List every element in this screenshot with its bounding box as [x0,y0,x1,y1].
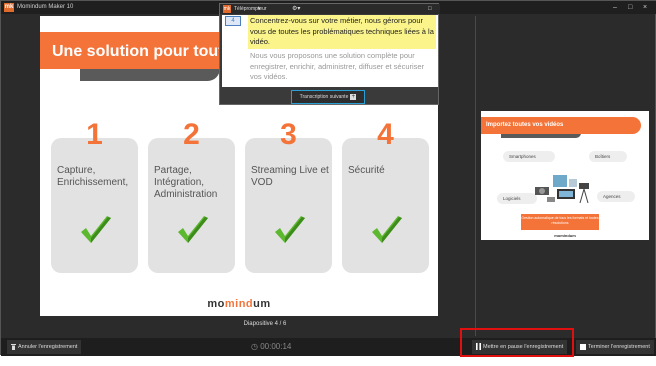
app-logo-icon: mk [4,3,14,12]
slide-logo: momindum [40,298,438,310]
gear-icon[interactable]: ⚙▾ [292,5,300,13]
teleprompter-logo-icon: mk [223,5,231,13]
feature-card-3: Streaming Live et VOD [245,138,332,273]
trash-icon [11,343,16,350]
app-screen: mk Momindum Maker 10 – □ × Une solution … [0,0,656,366]
feature-number: 3 [280,118,297,151]
teleprompter-script[interactable]: 4 Concentrez-vous sur votre métier, nous… [222,15,438,87]
preview-logo: momindum [554,233,576,238]
feature-card-2: Partage, Intégration, Administration [148,138,235,273]
preview-pill: Boîtiers [589,151,627,162]
window-title: Momindum Maker 10 [17,4,74,10]
preview-pill: Logiciels [497,193,537,204]
current-script-text: Concentrez-vous sur votre métier, nous g… [250,16,434,46]
plus-icon: + [350,93,357,100]
close-button[interactable]: × [643,3,647,12]
feature-number: 2 [183,118,200,151]
cancel-recording-button[interactable]: Annuler l'enregistrement [7,340,82,354]
checkmark-icon [81,216,111,243]
maximize-button[interactable]: □ [628,3,632,12]
checkmark-icon [372,216,402,243]
slide-logo-part: um [253,298,271,310]
feature-number: 1 [86,118,103,151]
recording-timer: ◷ 00:00:14 [251,340,291,354]
slide-title: Une solution pour toute [52,43,233,60]
feature-card-text: Streaming Live et VOD [251,165,329,188]
chevron-down-icon[interactable]: ▾ [258,5,261,13]
feature-card-text: Partage, Intégration, Administration [154,165,218,200]
minimize-button[interactable]: – [613,3,617,12]
preview-pill: Agences [597,191,635,202]
slide-logo-part: mo [207,298,225,310]
next-script-text: Nous vous proposons une solution complèt… [250,51,425,81]
finish-recording-button[interactable]: Terminer l'enregistrement [576,340,654,354]
slide-counter: Diapositive 4 / 6 [243,321,287,327]
next-slide-preview: Importez toutes vos vidéos Smartphones B… [481,111,649,240]
checkmark-icon [275,216,305,243]
finish-recording-label: Terminer l'enregistrement [588,344,650,350]
cancel-recording-label: Annuler l'enregistrement [18,344,78,350]
recorder-window: mk Momindum Maker 10 – □ × Une solution … [0,0,656,356]
devices-illustration-icon [535,175,589,204]
maximize-icon[interactable]: □ [428,5,432,13]
preview-cta-box: Gestion automatique de tous les formats … [521,214,599,230]
annotation-highlight-box [460,328,574,357]
panel-divider [475,16,476,336]
preview-pill: Smartphones [503,151,555,162]
next-transcript-button[interactable]: Transcription suivante + [291,90,365,104]
clock-icon: ◷ [251,342,261,351]
feature-card-4: Sécurité [342,138,429,273]
feature-card-1: Capture, Enrichissement, [51,138,138,273]
teleprompter-title-bar[interactable]: mk Téléprompteur ▾ ⚙▾ □ [220,4,440,14]
teleprompter-title: Téléprompteur [234,6,267,12]
paragraph-number-badge: 4 [225,16,241,26]
preview-title: Importez toutes vos vidéos [486,122,564,128]
feature-card-text: Capture, Enrichissement, [57,165,129,188]
feature-number: 4 [377,118,394,151]
next-transcript-label: Transcription suivante [299,94,349,100]
feature-card-text: Sécurité [348,165,385,176]
timer-value: 00:00:14 [260,342,292,351]
checkmark-icon [178,216,208,243]
slide-logo-accent: mind [224,298,254,310]
stop-icon [580,343,586,350]
teleprompter-window[interactable]: mk Téléprompteur ▾ ⚙▾ □ 4 Concentrez-vou… [219,3,440,105]
